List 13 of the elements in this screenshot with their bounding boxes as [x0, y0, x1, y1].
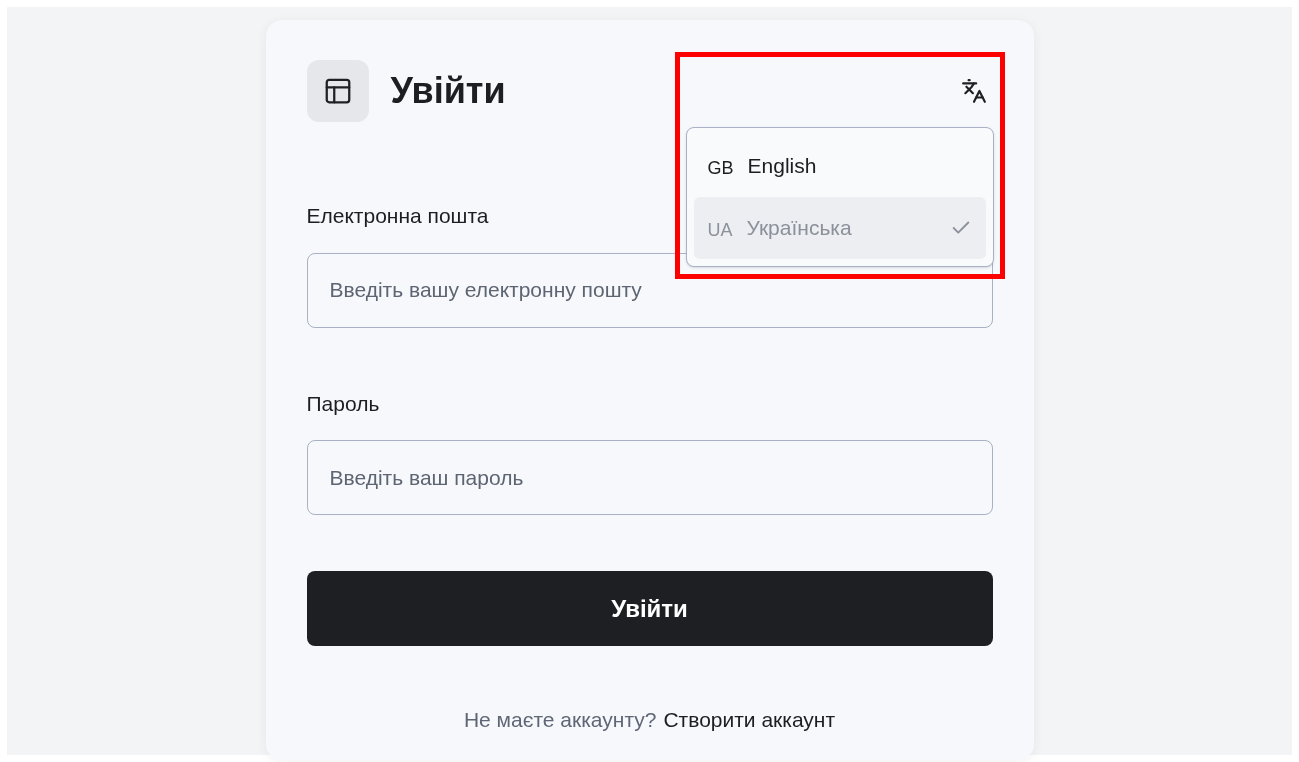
layout-icon [306, 60, 369, 122]
field-label: Пароль [306, 390, 380, 417]
language-name: Українська [746, 215, 853, 242]
field-label: Електронна пошта [306, 203, 489, 229]
language-option[interactable]: GB English [693, 135, 986, 197]
login-button[interactable]: Увійти [306, 571, 993, 646]
text-field[interactable]: Введіть ваш пароль [306, 440, 993, 515]
language-name: English [747, 153, 818, 180]
page-title: Увійти [390, 69, 506, 113]
create-account-link[interactable]: Створити аккаунт [663, 704, 836, 736]
language-code: UA [707, 219, 733, 242]
signup-prompt: Не маєте аккаунту? [463, 707, 657, 733]
language-code: GB [707, 157, 734, 180]
